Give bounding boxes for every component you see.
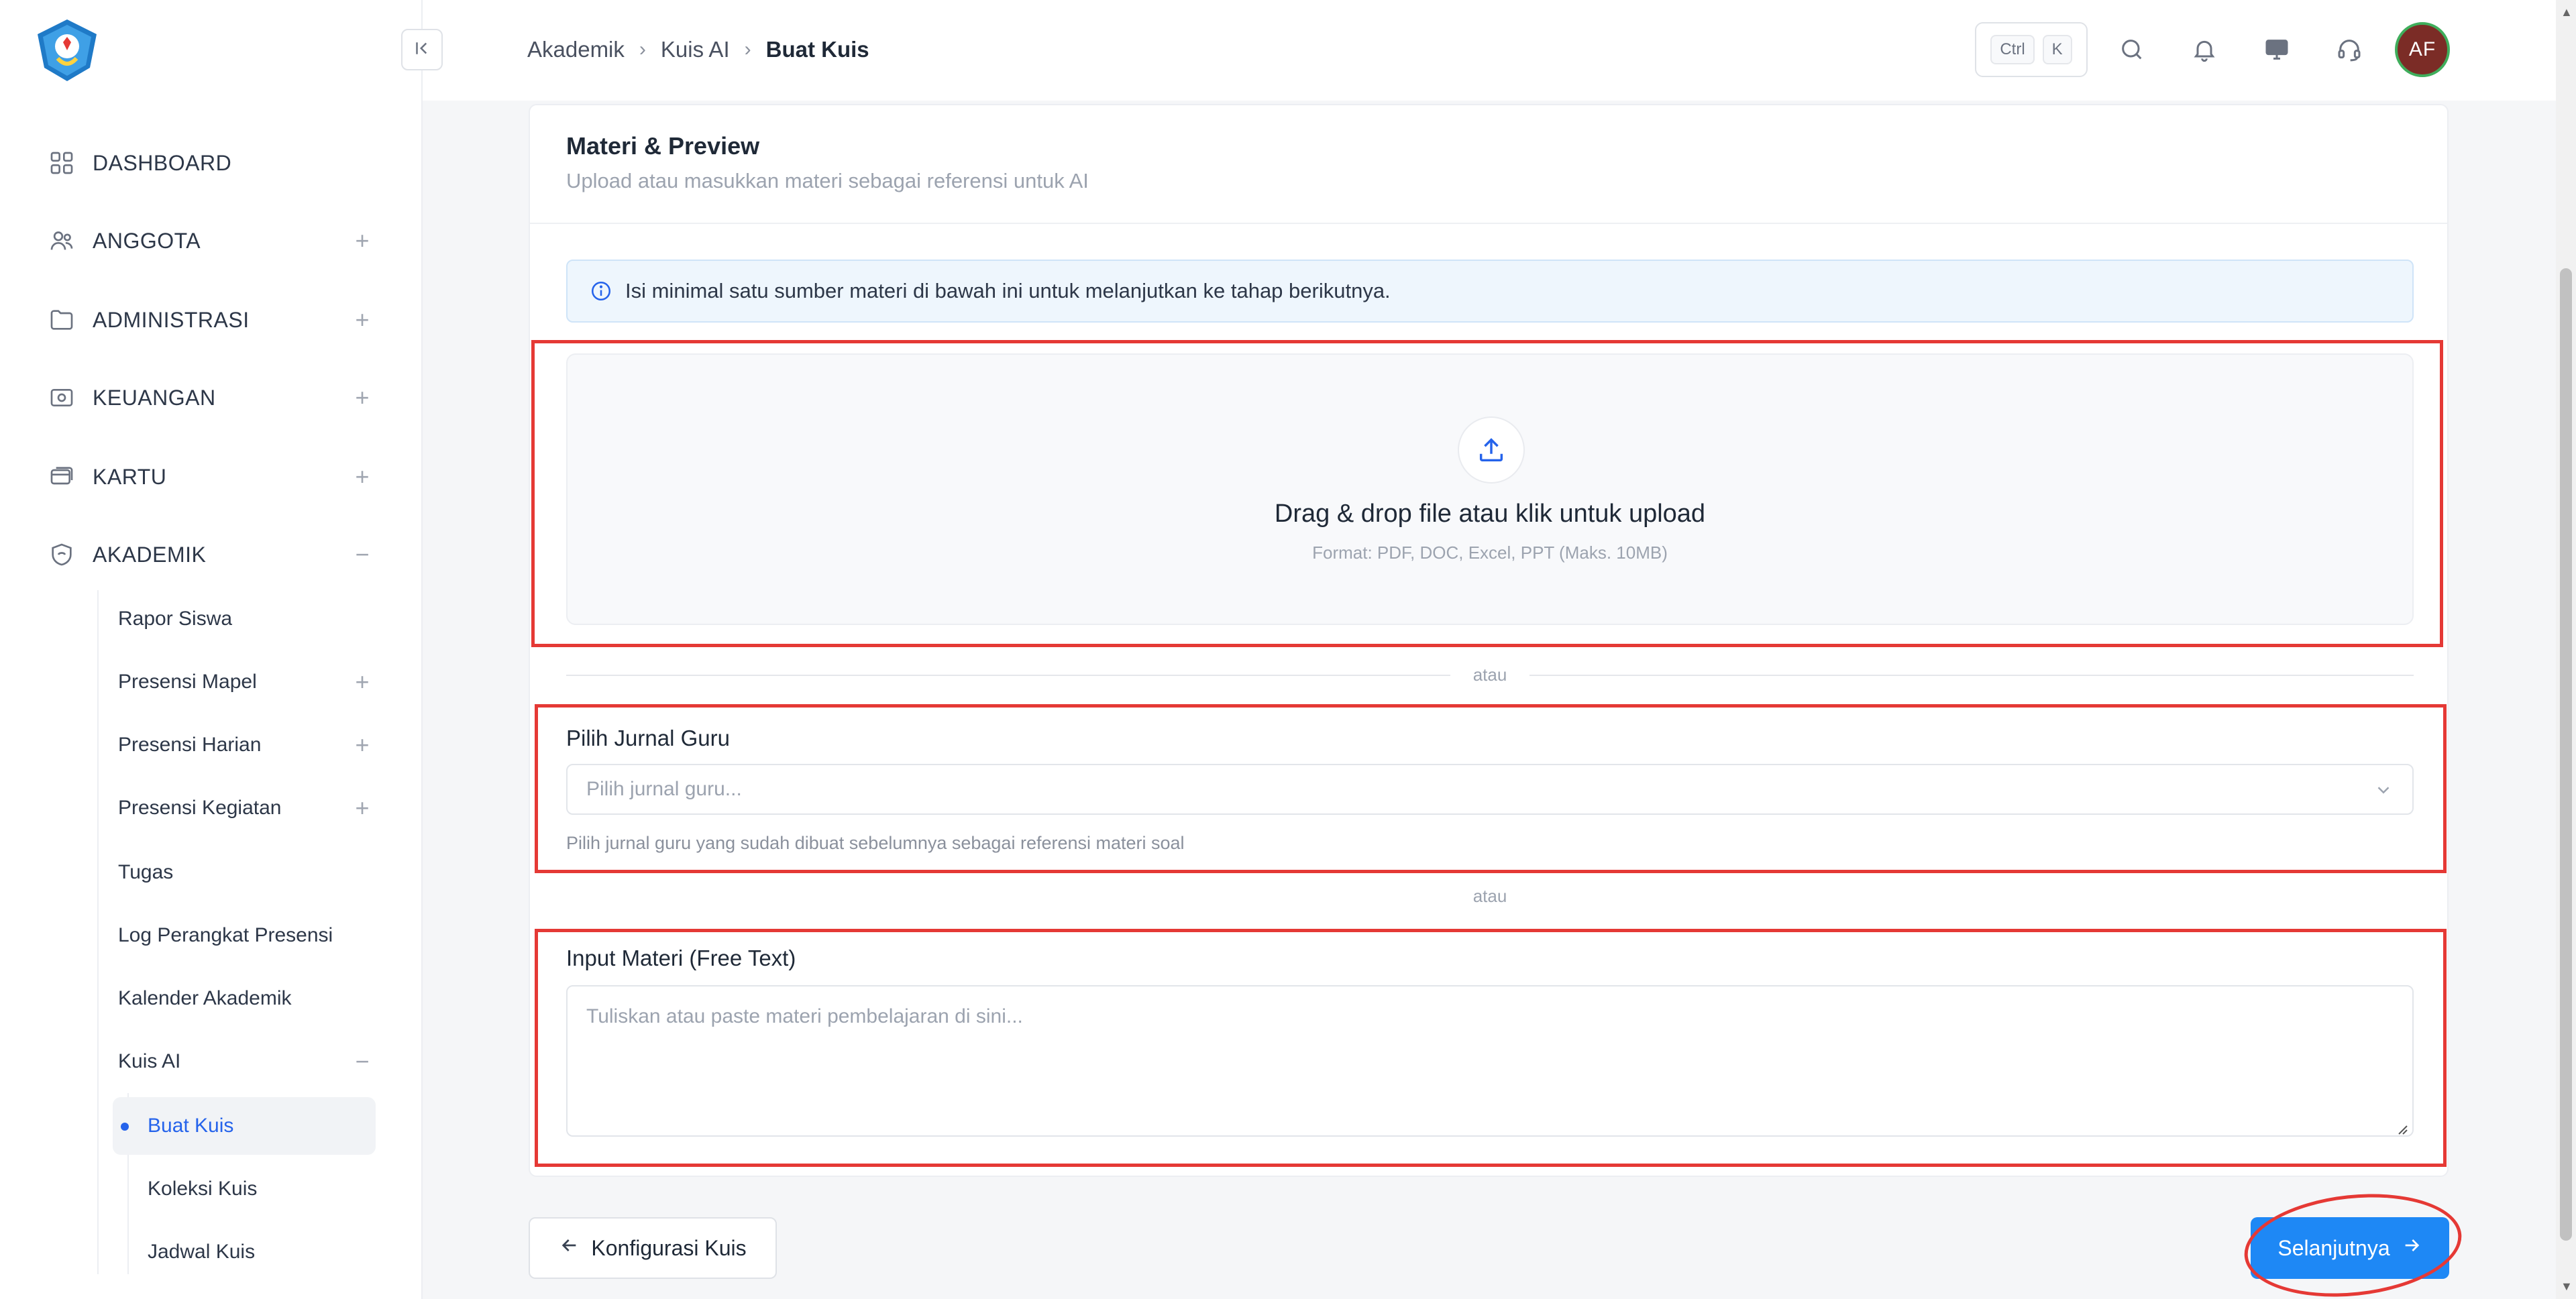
users-icon bbox=[47, 226, 76, 256]
sidebar-item-label: Presensi Mapel bbox=[118, 671, 257, 693]
sidebar-item-label: Koleksi Kuis bbox=[148, 1178, 258, 1200]
nav-label: KEUANGAN bbox=[93, 385, 216, 410]
grid-icon bbox=[47, 148, 76, 178]
back-konfigurasi-button[interactable]: Konfigurasi Kuis bbox=[529, 1217, 777, 1279]
chevron-right-icon: › bbox=[744, 38, 751, 60]
active-dot bbox=[121, 1123, 129, 1131]
sidebar-item-label: Buat Kuis bbox=[148, 1115, 234, 1137]
back-button-label: Konfigurasi Kuis bbox=[591, 1235, 747, 1260]
card-subtitle: Upload atau masukkan materi sebagai refe… bbox=[566, 169, 1089, 192]
sidebar-item-tugas[interactable]: Tugas bbox=[118, 849, 376, 896]
folder-icon bbox=[47, 305, 76, 335]
nav-label: KARTU bbox=[93, 464, 167, 489]
page-scrollbar[interactable]: ▲ ▼ bbox=[2556, 0, 2576, 1299]
sidebar-item-label: Log Perangkat Presensi bbox=[118, 924, 333, 946]
school-logo[interactable] bbox=[34, 17, 101, 84]
card-icon bbox=[47, 462, 76, 492]
nav-kartu[interactable]: KARTU + bbox=[47, 453, 376, 500]
monitor-icon[interactable] bbox=[2261, 34, 2293, 66]
sidebar-item-presensi-harian[interactable]: Presensi Harian + bbox=[118, 722, 376, 769]
support-headset-icon[interactable] bbox=[2333, 34, 2365, 66]
breadcrumb-buat-kuis: Buat Kuis bbox=[765, 37, 869, 62]
plus-icon[interactable]: + bbox=[349, 731, 376, 759]
sidebar-item-buat-kuis[interactable]: Buat Kuis bbox=[113, 1097, 376, 1155]
breadcrumb-kuis-ai[interactable]: Kuis AI bbox=[661, 37, 730, 62]
search-icon[interactable] bbox=[2116, 34, 2148, 66]
search-shortcut[interactable]: Ctrl K bbox=[1975, 22, 2088, 77]
academic-icon bbox=[47, 540, 76, 569]
arrow-left-icon bbox=[559, 1235, 580, 1261]
shortcut-key-k: K bbox=[2042, 35, 2072, 64]
sidebar-item-presensi-mapel[interactable]: Presensi Mapel + bbox=[118, 659, 376, 705]
nav-label: AKADEMIK bbox=[93, 542, 207, 567]
scroll-down-icon[interactable]: ▼ bbox=[2561, 1280, 2573, 1294]
info-text: Isi minimal satu sumber materi di bawah … bbox=[625, 279, 1391, 302]
separator-line bbox=[1529, 675, 2414, 676]
user-avatar[interactable]: AF bbox=[2395, 22, 2450, 77]
card-title: Materi & Preview bbox=[566, 132, 760, 160]
nav-dashboard[interactable]: DASHBOARD bbox=[47, 139, 376, 186]
shortcut-key-ctrl: Ctrl bbox=[1990, 35, 2035, 64]
divider bbox=[530, 223, 2447, 224]
minus-icon[interactable]: − bbox=[349, 541, 376, 569]
plus-icon[interactable]: + bbox=[349, 794, 376, 822]
sidebar-item-label: Tugas bbox=[118, 861, 174, 883]
bell-icon[interactable] bbox=[2188, 34, 2220, 66]
or-separator: atau bbox=[566, 662, 2414, 689]
nav-anggota[interactable]: ANGGOTA + bbox=[47, 217, 376, 264]
annotation-ellipse-next bbox=[2239, 1184, 2467, 1299]
nav-keuangan[interactable]: KEUANGAN + bbox=[47, 374, 376, 421]
plus-icon[interactable]: + bbox=[349, 306, 376, 334]
info-icon bbox=[588, 278, 614, 304]
nav-label: DASHBOARD bbox=[93, 150, 232, 175]
sidebar-item-rapor-siswa[interactable]: Rapor Siswa bbox=[118, 596, 376, 642]
sidebar: DASHBOARD ANGGOTA + ADMINISTRASI + KEUAN… bbox=[0, 0, 423, 1299]
money-icon bbox=[47, 383, 76, 412]
scrollbar-thumb[interactable] bbox=[2560, 268, 2572, 1241]
sidebar-item-kuis-ai[interactable]: Kuis AI − bbox=[118, 1038, 376, 1085]
scroll-up-icon[interactable]: ▲ bbox=[2561, 5, 2573, 19]
plus-icon[interactable]: + bbox=[349, 227, 376, 255]
breadcrumb: Akademik › Kuis AI › Buat Kuis bbox=[527, 34, 869, 66]
or-separator: atau bbox=[566, 883, 2414, 910]
annotation-box-material bbox=[535, 929, 2447, 1167]
nav-administrasi[interactable]: ADMINISTRASI + bbox=[47, 296, 376, 343]
sidebar-item-koleksi-kuis[interactable]: Koleksi Kuis bbox=[113, 1160, 376, 1218]
sidebar-item-label: Presensi Harian bbox=[118, 734, 262, 756]
sidebar-item-label: Rapor Siswa bbox=[118, 608, 233, 630]
plus-icon[interactable]: + bbox=[349, 668, 376, 696]
sidebar-item-label: Kuis AI bbox=[118, 1050, 181, 1072]
submenu-guide-line bbox=[97, 590, 99, 1274]
sidebar-item-label: Jadwal Kuis bbox=[148, 1241, 256, 1263]
minus-icon[interactable]: − bbox=[349, 1048, 376, 1076]
annotation-box-upload bbox=[531, 340, 2443, 647]
chevron-right-icon: › bbox=[639, 38, 646, 60]
plus-icon[interactable]: + bbox=[349, 384, 376, 412]
breadcrumb-akademik[interactable]: Akademik bbox=[527, 37, 625, 62]
annotation-box-journal bbox=[535, 704, 2447, 873]
plus-icon[interactable]: + bbox=[349, 463, 376, 491]
sidebar-item-label: Presensi Kegiatan bbox=[118, 797, 282, 819]
sidebar-item-label: Kalender Akademik bbox=[118, 987, 292, 1009]
sidebar-item-kalender-akademik[interactable]: Kalender Akademik bbox=[118, 975, 376, 1022]
info-alert: Isi minimal satu sumber materi di bawah … bbox=[566, 260, 2414, 323]
nav-akademik[interactable]: AKADEMIK − bbox=[47, 531, 376, 578]
nav-label: ANGGOTA bbox=[93, 228, 201, 253]
nav-label: ADMINISTRASI bbox=[93, 307, 250, 332]
collapse-sidebar-button[interactable] bbox=[401, 29, 443, 70]
sidebar-item-jadwal-kuis[interactable]: Jadwal Kuis bbox=[113, 1223, 376, 1281]
sidebar-item-presensi-kegiatan[interactable]: Presensi Kegiatan + bbox=[118, 785, 376, 832]
sidebar-item-log-perangkat-presensi[interactable]: Log Perangkat Presensi bbox=[118, 912, 376, 959]
collapse-left-icon bbox=[412, 38, 432, 62]
separator-text: atau bbox=[1472, 886, 1507, 906]
